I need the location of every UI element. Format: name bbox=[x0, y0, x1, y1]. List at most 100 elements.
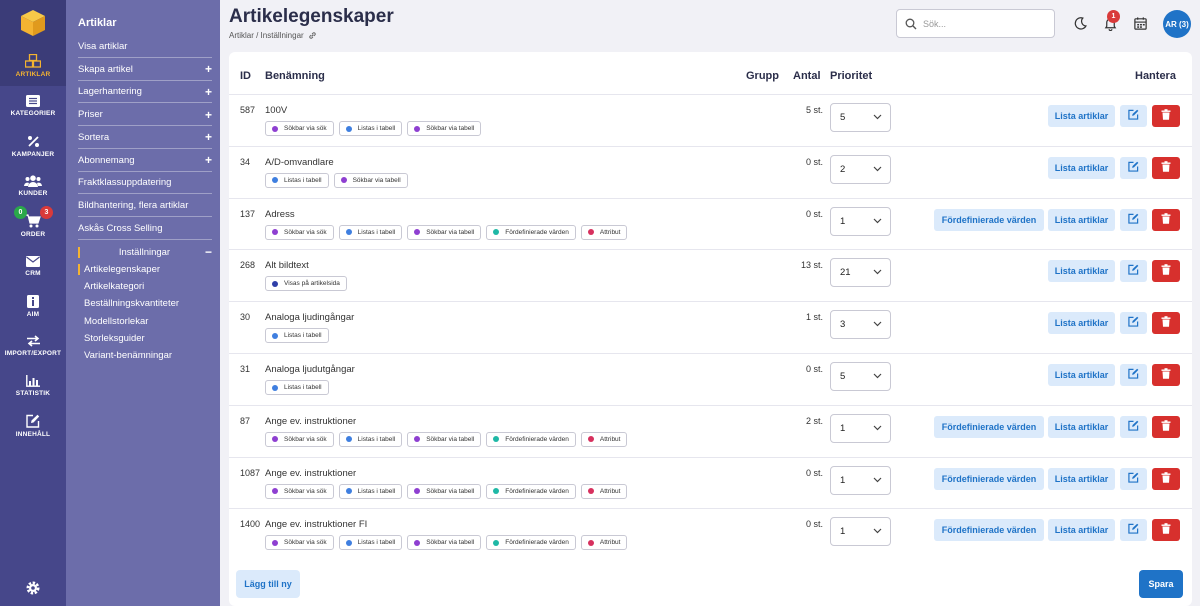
tag-label: Listas i tabell bbox=[284, 176, 322, 184]
percent-icon bbox=[27, 135, 40, 148]
trash-icon bbox=[1161, 212, 1171, 227]
property-tag: Sökbar via sök bbox=[265, 224, 334, 240]
add-new-button[interactable]: Lägg till ny bbox=[236, 570, 300, 598]
priority-select[interactable]: 5 bbox=[830, 362, 891, 391]
rail-item-kategorier[interactable]: KATEGORIER bbox=[0, 86, 66, 126]
edit-button[interactable] bbox=[1120, 415, 1147, 438]
priority-select[interactable]: 1 bbox=[830, 206, 891, 236]
submenu-item[interactable]: Askås Cross Selling bbox=[78, 218, 212, 240]
list-articles-button[interactable]: Lista artiklar bbox=[1048, 312, 1115, 335]
edit-button[interactable] bbox=[1120, 312, 1147, 335]
submenu-item[interactable]: Bildhantering, flera artiklar bbox=[78, 195, 212, 217]
predefined-values-button[interactable]: Fördefinierade värden bbox=[934, 467, 1044, 490]
edit-button[interactable] bbox=[1120, 260, 1147, 283]
tag-dot-icon bbox=[493, 436, 500, 443]
submenu-subitem[interactable]: Artikelkategori bbox=[78, 278, 144, 295]
delete-button[interactable] bbox=[1152, 156, 1180, 179]
delete-button[interactable] bbox=[1152, 208, 1180, 231]
submenu-item[interactable]: Visa artiklar bbox=[78, 36, 212, 58]
save-button[interactable]: Spara bbox=[1139, 570, 1183, 598]
priority-select[interactable]: 1 bbox=[830, 517, 891, 547]
submenu-subitem[interactable]: Storleksguider bbox=[78, 330, 145, 347]
edit-button[interactable] bbox=[1120, 156, 1147, 179]
expand-icon[interactable]: + bbox=[205, 131, 212, 143]
submenu-subitem[interactable]: Beställningskvantiteter bbox=[78, 295, 179, 312]
expand-icon[interactable]: + bbox=[205, 109, 212, 121]
search-box[interactable] bbox=[896, 9, 1055, 38]
rail-item-innehall[interactable]: INNEHÅLL bbox=[0, 406, 66, 446]
submenu-item[interactable]: Priser + bbox=[78, 104, 212, 127]
list-articles-button[interactable]: Lista artiklar bbox=[1048, 364, 1115, 386]
calendar-button[interactable] bbox=[1131, 14, 1149, 32]
delete-button[interactable] bbox=[1152, 467, 1180, 490]
dark-mode-toggle[interactable] bbox=[1071, 14, 1089, 32]
list-articles-button[interactable]: Lista artiklar bbox=[1048, 156, 1115, 179]
edit-button[interactable] bbox=[1120, 467, 1147, 490]
breadcrumb-text[interactable]: Artiklar / Inställningar bbox=[229, 31, 304, 40]
list-articles-button[interactable]: Lista artiklar bbox=[1048, 260, 1115, 283]
rail-item-kunder[interactable]: KUNDER bbox=[0, 166, 66, 206]
priority-select[interactable]: 5 bbox=[830, 103, 891, 132]
collapse-toggle[interactable]: − bbox=[205, 246, 212, 258]
table-row: 587 100V 5 st. Sökbar via sök Listas i tabel… bbox=[229, 94, 1192, 146]
rail-item-aim[interactable]: AIM bbox=[0, 286, 66, 326]
predefined-values-button[interactable]: Fördefinierade värden bbox=[934, 208, 1044, 231]
avatar[interactable]: AR (3) bbox=[1163, 10, 1191, 38]
expand-icon[interactable]: + bbox=[205, 63, 212, 75]
tag-dot-icon bbox=[345, 436, 352, 443]
predefined-values-button[interactable]: Fördefinierade värden bbox=[934, 415, 1044, 438]
delete-button[interactable] bbox=[1152, 415, 1180, 438]
row-quantity: 1 st. bbox=[805, 312, 823, 323]
edit-button[interactable] bbox=[1120, 105, 1147, 127]
search-icon bbox=[905, 18, 917, 29]
list-articles-button[interactable]: Lista artiklar bbox=[1048, 415, 1115, 438]
delete-button[interactable] bbox=[1152, 364, 1180, 386]
submenu-item[interactable]: Skapa artikel + bbox=[78, 59, 212, 81]
rail-item-crm[interactable]: CRM bbox=[0, 246, 66, 286]
submenu-item-label: Abonnemang bbox=[78, 154, 135, 166]
table-row: 31 Analoga ljudutgångar 0 st. Listas i tabe… bbox=[229, 353, 1192, 405]
trash-icon bbox=[1161, 419, 1171, 434]
rail-item-statistik[interactable]: STATISTIK bbox=[0, 366, 66, 406]
row-tags: Sökbar via sök Listas i tabell Sökbar via … bbox=[265, 535, 628, 551]
edit-button[interactable] bbox=[1120, 519, 1147, 542]
edit-icon bbox=[1128, 161, 1139, 175]
priority-select[interactable]: 1 bbox=[830, 465, 891, 495]
priority-value: 5 bbox=[840, 371, 846, 382]
delete-button[interactable] bbox=[1152, 260, 1180, 283]
priority-select[interactable]: 2 bbox=[830, 154, 891, 184]
settings-button[interactable] bbox=[25, 580, 41, 596]
rail-item-import-export[interactable]: IMPORT/EXPORT bbox=[0, 326, 66, 366]
list-articles-button[interactable]: Lista artiklar bbox=[1048, 208, 1115, 231]
delete-button[interactable] bbox=[1152, 519, 1180, 542]
rail-item-order[interactable]: ORDER bbox=[0, 206, 66, 246]
edit-button[interactable] bbox=[1120, 364, 1147, 386]
tag-dot-icon bbox=[345, 125, 352, 132]
delete-button[interactable] bbox=[1152, 105, 1180, 127]
submenu-subitem[interactable]: Variant-benämningar bbox=[78, 347, 172, 364]
list-articles-button[interactable]: Lista artiklar bbox=[1048, 519, 1115, 542]
priority-select[interactable]: 1 bbox=[830, 413, 891, 443]
rail-item-artiklar[interactable]: ARTIKLAR bbox=[0, 46, 66, 86]
priority-select[interactable]: 21 bbox=[830, 258, 891, 288]
expand-icon[interactable]: + bbox=[205, 86, 212, 98]
submenu-item-settings[interactable]: Inställningar − bbox=[78, 241, 212, 263]
submenu-item[interactable]: Abonnemang + bbox=[78, 150, 212, 172]
submenu-subitem[interactable]: Modellstorlekar bbox=[78, 313, 148, 330]
list-articles-button[interactable]: Lista artiklar bbox=[1048, 105, 1115, 127]
submenu-subitem[interactable]: Artikelegenskaper bbox=[78, 261, 160, 278]
logo[interactable] bbox=[0, 0, 66, 46]
link-icon[interactable] bbox=[308, 31, 317, 40]
submenu-item[interactable]: Lagerhantering + bbox=[78, 81, 212, 104]
delete-button[interactable] bbox=[1152, 312, 1180, 335]
list-articles-button[interactable]: Lista artiklar bbox=[1048, 467, 1115, 490]
submenu-item[interactable]: Sortera + bbox=[78, 127, 212, 149]
expand-icon[interactable]: + bbox=[205, 154, 212, 166]
search-input[interactable] bbox=[923, 18, 1043, 29]
submenu-item[interactable]: Fraktklassuppdatering bbox=[78, 172, 212, 195]
priority-select[interactable]: 3 bbox=[830, 310, 891, 340]
edit-button[interactable] bbox=[1120, 208, 1147, 231]
tag-dot-icon bbox=[272, 488, 278, 495]
predefined-values-button[interactable]: Fördefinierade värden bbox=[934, 519, 1044, 542]
rail-item-kampanjer[interactable]: KAMPANJER bbox=[0, 126, 66, 166]
